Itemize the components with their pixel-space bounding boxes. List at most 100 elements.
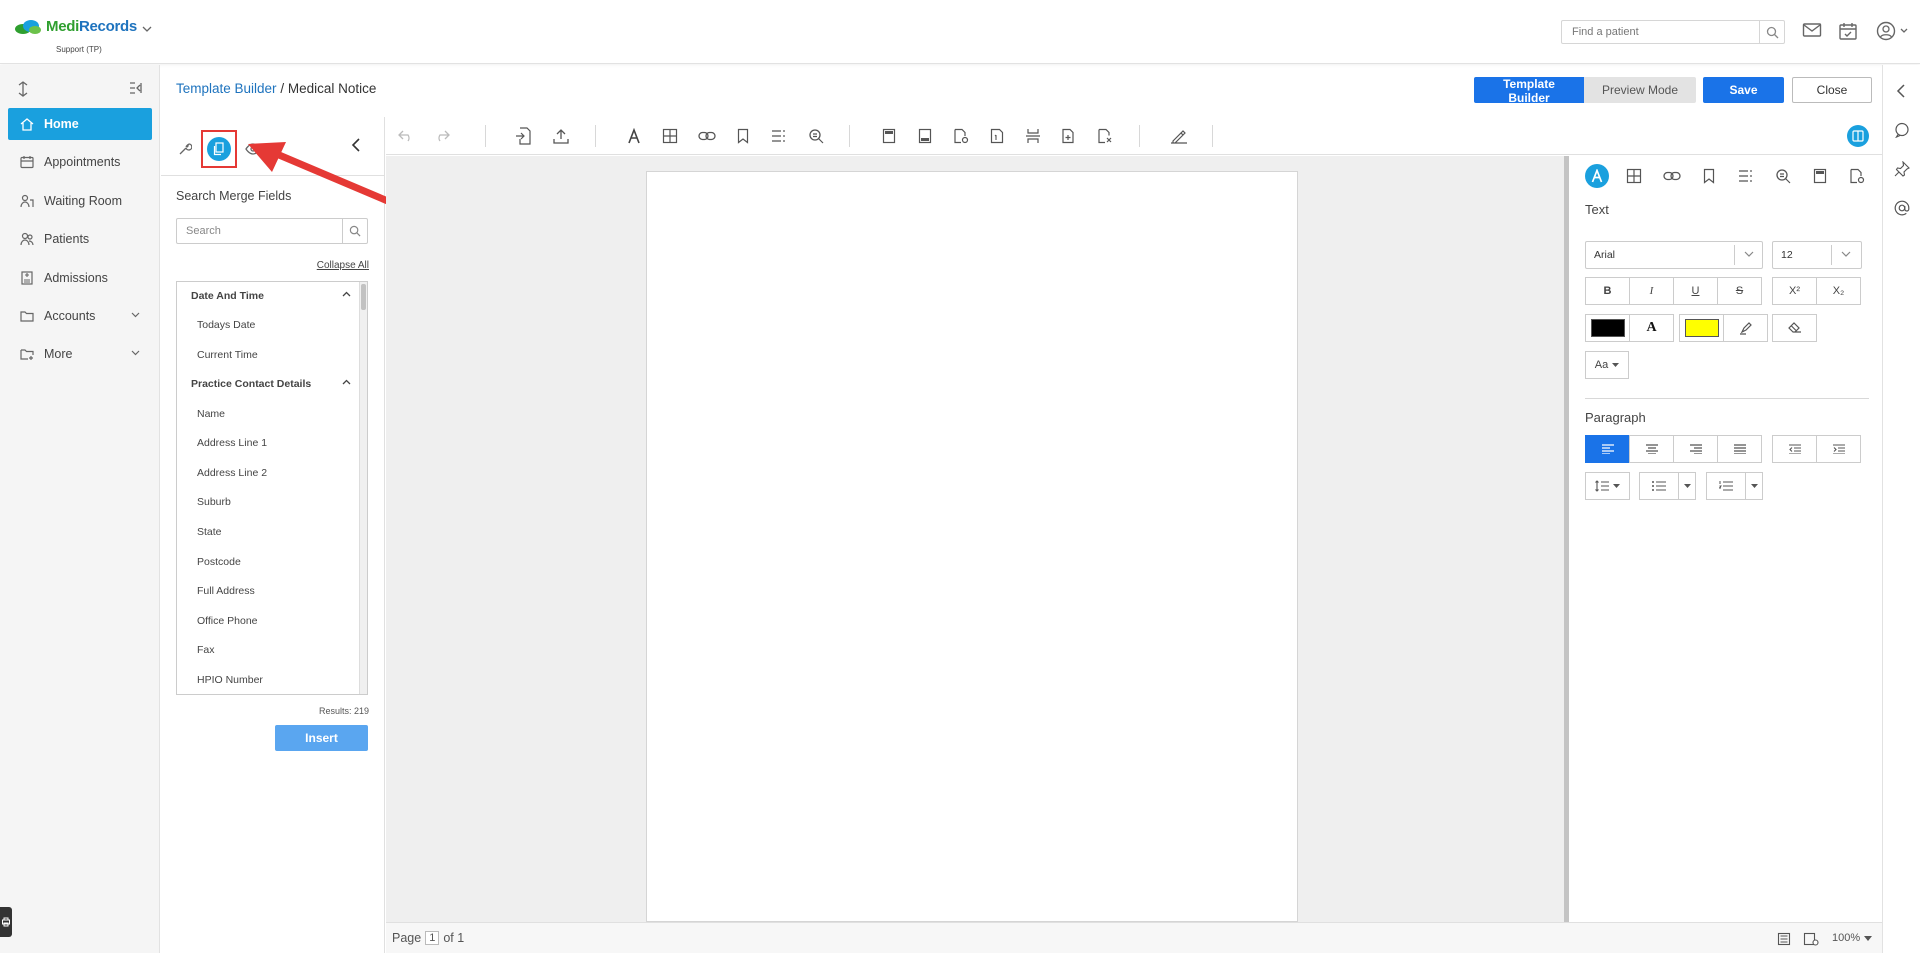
collapse-all-link[interactable]: Collapse All	[317, 260, 369, 271]
font-color-button[interactable]: A	[1629, 314, 1674, 342]
increase-indent-button[interactable]	[1816, 435, 1861, 463]
web-layout-icon[interactable]	[1803, 932, 1819, 946]
tree-item[interactable]: Office Phone	[177, 607, 360, 635]
section-settings-icon[interactable]	[1095, 126, 1115, 146]
bold-button[interactable]: B	[1585, 277, 1630, 305]
tree-item[interactable]: Suburb	[177, 488, 360, 516]
justify-button[interactable]	[1717, 435, 1762, 463]
header-format-tab[interactable]	[1808, 164, 1832, 188]
find-replace-icon[interactable]	[806, 126, 826, 146]
header-icon[interactable]	[879, 126, 899, 146]
page-settings-icon[interactable]	[951, 126, 971, 146]
nav-item-accounts[interactable]: Accounts	[8, 300, 152, 332]
insert-button[interactable]: Insert	[275, 725, 368, 751]
calendar-check-icon[interactable]	[1838, 21, 1858, 41]
tree-item[interactable]: Todays Date	[177, 311, 360, 339]
link-icon[interactable]	[697, 126, 717, 146]
template-builder-mode-button[interactable]: Template Builder	[1474, 77, 1584, 105]
merge-fields-search-input[interactable]	[177, 225, 342, 237]
nav-item-patients[interactable]: Patients	[8, 223, 152, 255]
table-icon[interactable]	[660, 126, 680, 146]
collapse-sidebar-icon[interactable]	[129, 82, 143, 94]
numbered-list-button[interactable]	[1706, 472, 1746, 500]
tree-group-date-and-time[interactable]: Date And Time	[177, 282, 360, 310]
undo-icon[interactable]	[396, 126, 416, 146]
chevron-left-icon[interactable]	[1894, 83, 1910, 99]
search-icon[interactable]	[1760, 26, 1784, 39]
list-format-tab[interactable]	[1734, 164, 1758, 188]
practice-chevron-down-icon[interactable]	[142, 26, 152, 32]
save-button[interactable]: Save	[1703, 77, 1784, 103]
insert-section-icon[interactable]	[1059, 126, 1079, 146]
superscript-button[interactable]: X²	[1772, 277, 1817, 305]
nav-item-home[interactable]: Home	[8, 108, 152, 140]
nav-item-more[interactable]: More	[8, 338, 152, 370]
footer-icon[interactable]	[915, 126, 935, 146]
align-right-button[interactable]	[1673, 435, 1718, 463]
user-profile-icon[interactable]	[1876, 21, 1912, 41]
side-drawer-tab[interactable]	[0, 907, 12, 937]
list-fields-icon[interactable]	[769, 126, 789, 146]
font-format-icon[interactable]	[624, 126, 644, 146]
nav-item-admissions[interactable]: Admissions	[8, 262, 152, 294]
tree-group-practice-contact-details[interactable]: Practice Contact Details	[177, 370, 360, 398]
highlight-color-swatch[interactable]	[1679, 314, 1724, 342]
resize-vertical-icon[interactable]	[17, 81, 29, 97]
highlight-button[interactable]	[1723, 314, 1768, 342]
font-size-select[interactable]: 12	[1772, 241, 1862, 269]
link-format-tab[interactable]	[1660, 164, 1684, 188]
clear-format-button[interactable]	[1772, 314, 1817, 342]
breadcrumb-template-builder-link[interactable]: Template Builder	[176, 81, 277, 96]
tab-preview[interactable]	[235, 130, 271, 168]
tree-scrollbar[interactable]	[359, 282, 367, 694]
bookmark-format-tab[interactable]	[1697, 164, 1721, 188]
subscript-button[interactable]: X₂	[1816, 277, 1861, 305]
change-case-button[interactable]: Aa	[1585, 351, 1629, 379]
tree-item[interactable]: Postcode	[177, 548, 360, 576]
signature-pen-icon[interactable]	[1169, 126, 1189, 146]
tree-item[interactable]: Full Address	[177, 577, 360, 605]
toggle-format-panel-icon[interactable]	[1847, 125, 1869, 147]
bullet-list-dropdown[interactable]	[1678, 472, 1696, 500]
strikethrough-button[interactable]: S	[1717, 277, 1762, 305]
medirecords-logo[interactable]: MediRecords	[14, 18, 137, 35]
italic-button[interactable]: I	[1629, 277, 1674, 305]
tab-tools[interactable]	[167, 130, 203, 168]
tree-item[interactable]: Address Line 1	[177, 429, 360, 457]
line-spacing-button[interactable]	[1585, 472, 1630, 500]
tree-item[interactable]: Current Time	[177, 341, 360, 369]
redo-icon[interactable]	[432, 126, 452, 146]
page-break-icon[interactable]	[1023, 126, 1043, 146]
page-number-icon[interactable]	[987, 126, 1007, 146]
close-button[interactable]: Close	[1792, 77, 1872, 103]
mail-icon[interactable]	[1802, 21, 1822, 39]
mention-at-icon[interactable]	[1894, 200, 1910, 216]
align-center-button[interactable]	[1629, 435, 1674, 463]
numbered-list-dropdown[interactable]	[1745, 472, 1763, 500]
current-page-input[interactable]: 1	[425, 931, 440, 945]
tree-scrollbar-thumb[interactable]	[361, 284, 366, 310]
font-color-swatch[interactable]	[1585, 314, 1630, 342]
pin-icon[interactable]	[1894, 161, 1910, 177]
page-settings-format-tab[interactable]	[1845, 164, 1869, 188]
text-format-tab[interactable]	[1585, 164, 1609, 188]
tree-item[interactable]: State	[177, 518, 360, 546]
patient-search[interactable]	[1561, 20, 1785, 44]
search-icon[interactable]	[343, 225, 367, 237]
align-left-button[interactable]	[1585, 435, 1630, 463]
merge-fields-search[interactable]	[176, 218, 368, 244]
table-format-tab[interactable]	[1622, 164, 1646, 188]
nav-item-appointments[interactable]: Appointments	[8, 146, 152, 178]
underline-button[interactable]: U	[1673, 277, 1718, 305]
bookmark-icon[interactable]	[733, 126, 753, 146]
print-layout-icon[interactable]	[1777, 932, 1791, 946]
font-family-select[interactable]: Arial	[1585, 241, 1763, 269]
tab-merge-fields[interactable]	[201, 130, 237, 168]
zoom-control[interactable]: 100%	[1832, 932, 1873, 944]
tree-item[interactable]: Address Line 2	[177, 459, 360, 487]
upload-icon[interactable]	[551, 126, 571, 146]
comment-icon[interactable]	[1894, 122, 1910, 138]
decrease-indent-button[interactable]	[1772, 435, 1817, 463]
nav-item-waiting-room[interactable]: Waiting Room	[8, 185, 152, 217]
document-page[interactable]	[646, 171, 1298, 922]
